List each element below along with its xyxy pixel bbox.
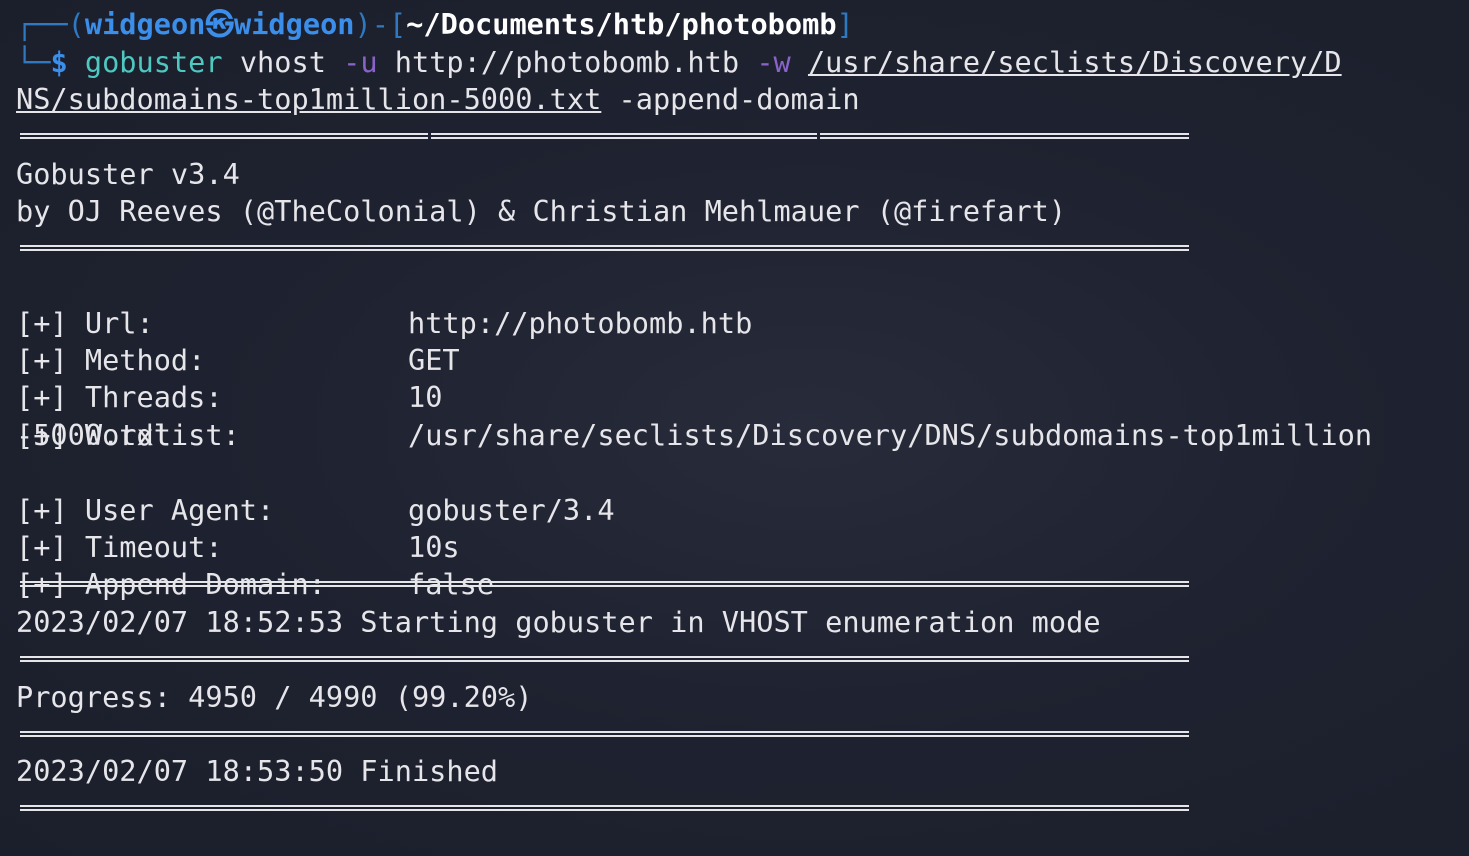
config-row-user-agent: [+] User Agent: gobuster/3.4 — [16, 455, 1456, 527]
prompt-frame-top: ┌──( — [16, 7, 85, 41]
command-line-wrap: NS/subdomains-top1million-5000.txt -appe… — [16, 81, 860, 118]
separator-banner-top — [20, 133, 1189, 139]
prompt-path: ~/Documents/htb/photobomb — [406, 7, 837, 41]
separator-segment — [431, 133, 817, 139]
config-row-wordlist: [+] Wordlist:/usr/share/seclists/Discove… — [16, 380, 1456, 452]
separator-final — [20, 805, 1189, 811]
command-wordlist-path: /usr/share/seclists/Discovery/D — [807, 45, 1342, 79]
prompt-line: ┌──(widgeon㉿widgeon)-[~/Documents/htb/ph… — [16, 6, 854, 43]
config-row-append-domain: [+] Append Domain: false — [16, 529, 1456, 601]
config-row-url: [+] Url: http://photobomb.htb — [16, 268, 1456, 340]
terminal-window[interactable]: ┌──(widgeon㉿widgeon)-[~/Documents/htb/ph… — [0, 0, 1469, 856]
separator-config-bottom — [20, 581, 1189, 587]
command-wordlist-path-cont: NS/subdomains-top1million-5000.txt — [16, 82, 602, 116]
config-value: /usr/share/seclists/Discovery/DNS/subdom… — [408, 418, 1373, 452]
prompt-user: widgeon — [84, 7, 206, 41]
command-line: └─$ gobuster vhost -u http://photobomb.h… — [16, 44, 1342, 81]
separator-segment — [820, 133, 1189, 139]
status-finished: 2023/02/07 18:53:50 Finished — [16, 754, 499, 788]
status-progress: Progress: 4950 / 4990 (99.20%) — [16, 680, 533, 714]
config-row-timeout: [+] Timeout: 10s — [16, 492, 1456, 564]
command-flag-w: -w — [756, 45, 791, 79]
prompt-frame-bottom: └─ — [16, 45, 51, 79]
banner-version: Gobuster v3.4 — [16, 157, 240, 191]
config-row-wordlist-cont: -5000.txt — [16, 418, 171, 452]
command-flag-u: -u — [343, 45, 378, 79]
prompt-bracket-mid: )-[ — [354, 7, 407, 41]
command-name: gobuster — [84, 45, 223, 79]
command-append-domain: -append-domain — [618, 82, 860, 116]
prompt-at-symbol: ㉿ — [205, 7, 234, 41]
prompt-bracket-end: ] — [836, 7, 854, 41]
separator-progress-bottom — [20, 731, 1189, 737]
separator-progress-top — [20, 656, 1189, 662]
prompt-host: widgeon — [234, 7, 355, 41]
separator-segment — [20, 133, 428, 139]
prompt-dollar: $ — [50, 45, 68, 79]
config-row-method: [+] Method: GET — [16, 305, 1456, 377]
status-start: 2023/02/07 18:52:53 Starting gobuster in… — [16, 605, 1101, 639]
banner-authors: by OJ Reeves (@TheColonial) & Christian … — [16, 194, 1067, 228]
separator-config-top — [20, 245, 1189, 251]
command-url: http://photobomb.htb — [394, 45, 740, 79]
config-row-threads: [+] Threads: 10 — [16, 342, 1456, 414]
command-subcommand: vhost — [239, 45, 326, 79]
